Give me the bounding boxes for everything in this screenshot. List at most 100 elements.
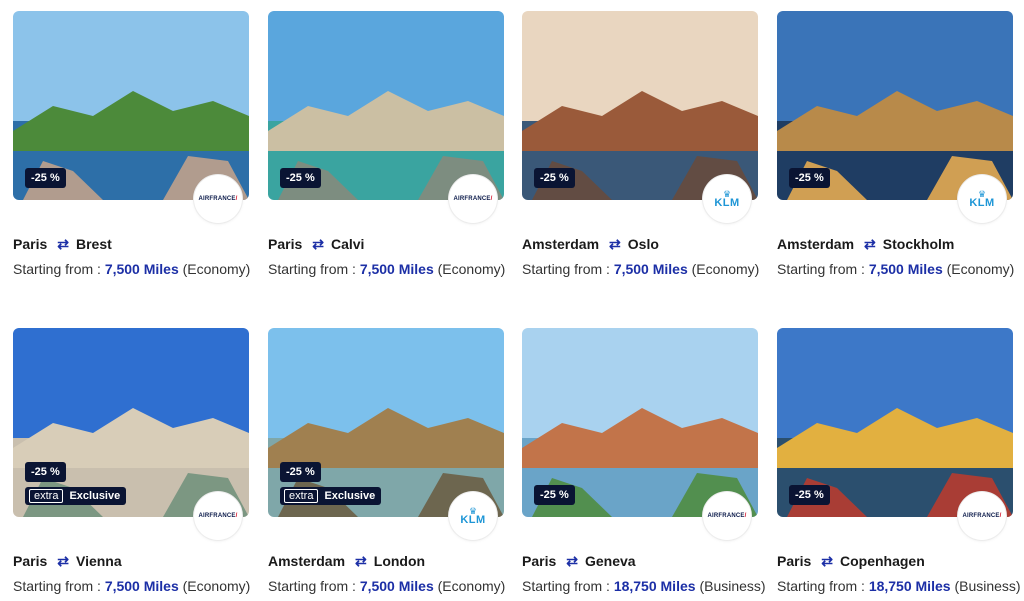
swap-arrows-icon: ⇄ <box>57 552 69 569</box>
klm-wordmark: KLM <box>714 197 740 209</box>
exclusive-label: Exclusive <box>324 490 376 502</box>
destination-city: Vienna <box>75 553 122 569</box>
destination-card-calvi[interactable]: -25 % AIRFRANCE/ Paris ⇄ Calvi Starting … <box>268 11 506 277</box>
route: Paris ⇄ Copenhagen <box>777 552 1013 570</box>
price-prefix: Starting from : <box>777 261 865 277</box>
price-prefix: Starting from : <box>777 578 865 594</box>
klm-wordmark: KLM <box>969 197 995 209</box>
destination-card-geneva[interactable]: -25 % AIRFRANCE/ Paris ⇄ Geneva Starting… <box>522 328 766 594</box>
swap-arrows-icon: ⇄ <box>609 235 621 252</box>
price-line: Starting from : 18,750 Miles (Business) <box>522 578 766 594</box>
price-prefix: Starting from : <box>268 261 356 277</box>
destination-card-london[interactable]: -25 % extra Exclusive ♛ KLM Amsterdam ⇄ Lo… <box>268 328 506 594</box>
route: Amsterdam ⇄ London <box>268 552 504 570</box>
extra-label: extra <box>29 489 64 503</box>
route: Amsterdam ⇄ Oslo <box>522 235 758 253</box>
destination-city: Calvi <box>330 236 365 252</box>
price-line: Starting from : 18,750 Miles (Business) <box>777 578 1021 594</box>
discount-badge: -25 % <box>280 462 321 482</box>
discount-badge: -25 % <box>789 485 830 505</box>
airfrance-logo: AIRFRANCE/ <box>449 175 497 223</box>
airfrance-logo: AIRFRANCE/ <box>703 492 751 540</box>
miles-amount: 7,500 Miles <box>359 261 434 277</box>
exclusive-badge: extra Exclusive <box>280 487 382 505</box>
destination-photo[interactable]: -25 % <box>522 11 758 200</box>
destination-city: Copenhagen <box>839 553 925 569</box>
badges: -25 % <box>280 168 321 188</box>
cabin-class: (Economy) <box>437 578 506 594</box>
badges: -25 % extra Exclusive <box>25 462 127 505</box>
origin-city: Paris <box>13 553 48 569</box>
airfrance-logo: AIRFRANCE/ <box>958 492 1006 540</box>
klm-logo: ♛ KLM <box>449 492 497 540</box>
price-prefix: Starting from : <box>522 261 610 277</box>
miles-amount: 18,750 Miles <box>868 578 951 594</box>
origin-city: Paris <box>268 236 303 252</box>
price-line: Starting from : 7,500 Miles (Economy) <box>268 578 506 594</box>
miles-amount: 7,500 Miles <box>104 261 179 277</box>
airfrance-wordmark: AIRFRANCE/ <box>962 513 1001 519</box>
route: Amsterdam ⇄ Stockholm <box>777 235 1013 253</box>
swap-arrows-icon: ⇄ <box>864 235 876 252</box>
airfrance-logo: AIRFRANCE/ <box>194 492 242 540</box>
price-prefix: Starting from : <box>13 578 101 594</box>
discount-badge: -25 % <box>25 462 66 482</box>
price-line: Starting from : 7,500 Miles (Economy) <box>268 261 506 277</box>
destination-city: Brest <box>75 236 112 252</box>
route: Paris ⇄ Calvi <box>268 235 504 253</box>
discount-badge: -25 % <box>25 168 66 188</box>
origin-city: Amsterdam <box>268 553 346 569</box>
badges: -25 % <box>534 485 575 505</box>
extra-label: extra <box>284 489 319 503</box>
origin-city: Paris <box>13 236 48 252</box>
airfrance-stripe-icon: / <box>235 196 238 202</box>
destination-card-oslo[interactable]: -25 % ♛ KLM Amsterdam ⇄ Oslo Starting fro… <box>522 11 759 277</box>
discount-badge: -25 % <box>789 168 830 188</box>
route: Paris ⇄ Vienna <box>13 552 249 570</box>
klm-logo: ♛ KLM <box>703 175 751 223</box>
price-line: Starting from : 7,500 Miles (Economy) <box>777 261 1014 277</box>
miles-amount: 18,750 Miles <box>613 578 696 594</box>
miles-amount: 7,500 Miles <box>868 261 943 277</box>
badges: -25 % <box>534 168 575 188</box>
origin-city: Paris <box>777 553 812 569</box>
destination-card-stockholm[interactable]: -25 % ♛ KLM Amsterdam ⇄ Stockholm Startin… <box>777 11 1014 277</box>
destination-photo[interactable]: -25 % extra Exclusive <box>13 328 249 517</box>
airfrance-stripe-icon: / <box>999 513 1002 519</box>
badges: -25 % <box>789 168 830 188</box>
destination-city: Geneva <box>584 553 636 569</box>
badges: -25 % <box>25 168 66 188</box>
badges: -25 % <box>789 485 830 505</box>
destination-city: London <box>373 553 426 569</box>
cabin-class: (Business) <box>699 578 766 594</box>
destination-card-vienna[interactable]: -25 % extra Exclusive AIRFRANCE/ Paris ⇄ … <box>13 328 250 594</box>
origin-city: Paris <box>522 553 557 569</box>
airfrance-stripe-icon: / <box>490 196 493 202</box>
cabin-class: (Economy) <box>437 261 506 277</box>
klm-wordmark: KLM <box>460 514 486 526</box>
destination-photo[interactable]: -25 % <box>13 11 249 200</box>
swap-arrows-icon: ⇄ <box>57 235 69 252</box>
badges: -25 % extra Exclusive <box>280 462 382 505</box>
destination-city: Stockholm <box>882 236 955 252</box>
route: Paris ⇄ Geneva <box>522 552 758 570</box>
destination-photo[interactable]: -25 % <box>777 328 1013 517</box>
destination-photo[interactable]: -25 % extra Exclusive <box>268 328 504 517</box>
swap-arrows-icon: ⇄ <box>312 235 324 252</box>
price-line: Starting from : 7,500 Miles (Economy) <box>13 261 250 277</box>
origin-city: Amsterdam <box>777 236 855 252</box>
airfrance-text: AIRFRANCE <box>453 196 491 202</box>
price-prefix: Starting from : <box>268 578 356 594</box>
destination-photo[interactable]: -25 % <box>522 328 758 517</box>
airfrance-text: AIRFRANCE <box>198 513 236 519</box>
miles-amount: 7,500 Miles <box>104 578 179 594</box>
destination-card-copenhagen[interactable]: -25 % AIRFRANCE/ Paris ⇄ Copenhagen Star… <box>777 328 1021 594</box>
airfrance-stripe-icon: / <box>744 513 747 519</box>
destination-photo[interactable]: -25 % <box>268 11 504 200</box>
discount-badge: -25 % <box>534 168 575 188</box>
swap-arrows-icon: ⇄ <box>355 552 367 569</box>
destination-photo[interactable]: -25 % <box>777 11 1013 200</box>
airfrance-wordmark: AIRFRANCE/ <box>198 196 237 202</box>
destination-card-brest[interactable]: -25 % AIRFRANCE/ Paris ⇄ Brest Starting … <box>13 11 250 277</box>
airfrance-stripe-icon: / <box>235 513 238 519</box>
